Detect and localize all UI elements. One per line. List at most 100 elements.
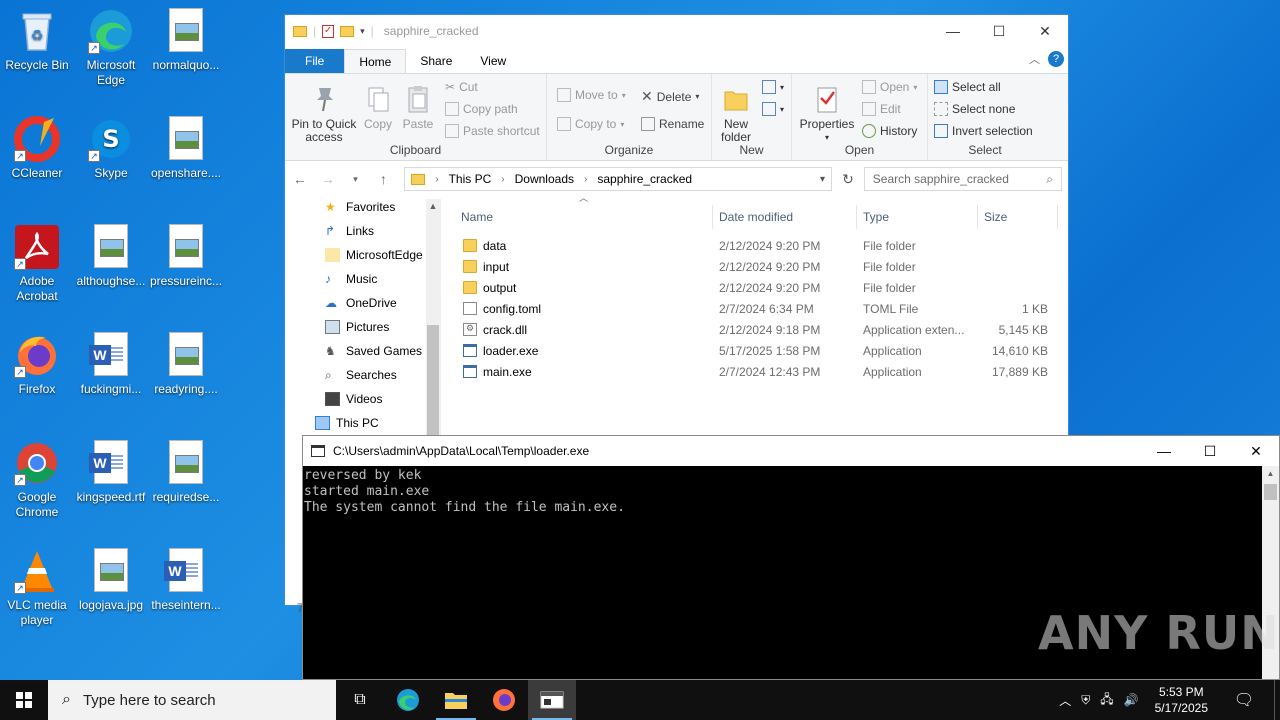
desktop-icon-file[interactable]: W kingspeed.rtf — [75, 440, 147, 505]
tab-share[interactable]: Share — [406, 49, 466, 73]
maximize-button[interactable]: ☐ — [976, 23, 1022, 40]
clock[interactable]: 5:53 PM 5/17/2025 — [1149, 684, 1214, 716]
copy-to-button[interactable]: Copy to ▾ — [557, 117, 624, 131]
nav-item-pictures[interactable]: Pictures — [285, 315, 440, 339]
recent-locations-chevron-icon[interactable]: ▾ — [347, 174, 365, 185]
nav-item-favorites[interactable]: ★ Favorites — [285, 195, 440, 219]
volume-icon[interactable]: 🔊 — [1124, 693, 1139, 707]
desktop-icon-file[interactable]: openshare.... — [150, 116, 222, 181]
desktop-icon-file[interactable]: logojava.jpg — [75, 548, 147, 613]
invert-selection-button[interactable]: Invert selection — [934, 124, 1033, 138]
tab-home[interactable]: Home — [344, 49, 407, 73]
desktop-icon-chrome[interactable]: ↗ Google Chrome — [1, 440, 73, 520]
copy-button[interactable]: Copy — [361, 84, 395, 131]
file-row[interactable]: config.toml 2/7/2024 6:34 PM TOML File 1… — [441, 298, 1068, 319]
properties-button[interactable]: Properties ▾ — [798, 84, 856, 144]
minimize-button[interactable]: — — [1141, 443, 1187, 460]
nav-item-saved-games[interactable]: ♞ Saved Games — [285, 339, 440, 363]
desktop-icon-file[interactable]: W fuckingmi... — [75, 332, 147, 397]
desktop-icon-recycle-bin[interactable]: ♻ Recycle Bin — [1, 8, 73, 73]
paste-button[interactable]: Paste — [401, 84, 435, 131]
maximize-button[interactable]: ☐ — [1187, 443, 1233, 460]
refresh-button[interactable]: ↻ — [842, 171, 854, 188]
nav-item-this-pc[interactable]: This PC — [285, 411, 440, 435]
close-button[interactable]: ✕ — [1022, 23, 1068, 40]
copy-path-button[interactable]: Copy path — [445, 102, 518, 116]
desktop-icon-skype[interactable]: S ↗ Skype — [75, 116, 147, 181]
desktop-icon-file[interactable]: W theseintern... — [150, 548, 222, 613]
nav-item-videos[interactable]: Videos — [285, 387, 440, 411]
customize-chevron-icon[interactable]: ▾ — [360, 26, 365, 37]
column-header-size[interactable]: Size — [978, 205, 1058, 229]
select-none-button[interactable]: Select none — [934, 102, 1015, 116]
new-folder-button[interactable]: New folder — [718, 84, 754, 144]
address-dropdown-icon[interactable]: ▾ — [820, 174, 825, 185]
explorer-titlebar[interactable]: | ✓ ▾ | sapphire_cracked — ☐ ✕ — [285, 15, 1068, 47]
breadcrumb-item[interactable]: Downloads — [515, 172, 574, 186]
file-row[interactable]: crack.dll 2/12/2024 9:18 PM Application … — [441, 319, 1068, 340]
help-icon[interactable]: ? — [1048, 51, 1064, 67]
start-button[interactable] — [0, 680, 48, 720]
show-hidden-icons-chevron-icon[interactable]: ︿ — [1059, 692, 1071, 709]
show-desktop-button[interactable] — [1274, 680, 1280, 720]
column-header-date[interactable]: Date modified — [713, 205, 857, 229]
desktop-icon-acrobat[interactable]: ↗ Adobe Acrobat — [1, 224, 73, 304]
notification-center-icon[interactable]: 🗨 — [1224, 690, 1264, 710]
desktop-icon-file[interactable]: readyring.... — [150, 332, 222, 397]
taskbar-search[interactable]: ⌕ Type here to search — [48, 680, 336, 720]
nav-item-links[interactable]: ↱ Links — [285, 219, 440, 243]
taskbar-firefox[interactable] — [480, 680, 528, 720]
rename-button[interactable]: Rename — [641, 117, 704, 131]
new-folder-icon[interactable] — [340, 25, 355, 37]
file-row[interactable]: input 2/12/2024 9:20 PM File folder — [441, 256, 1068, 277]
console-titlebar[interactable]: C:\Users\admin\AppData\Local\Temp\loader… — [303, 436, 1279, 466]
select-all-button[interactable]: Select all — [934, 80, 1001, 94]
file-row[interactable]: data 2/12/2024 9:20 PM File folder — [441, 235, 1068, 256]
search-input[interactable]: Search sapphire_cracked ⌕ — [863, 167, 1062, 191]
tab-view[interactable]: View — [466, 49, 520, 73]
desktop-icon-vlc[interactable]: ↗ VLC media player — [1, 548, 73, 628]
minimize-button[interactable]: — — [930, 23, 976, 40]
properties-check-icon[interactable]: ✓ — [322, 24, 335, 38]
desktop-icon-firefox[interactable]: ↗ Firefox — [1, 332, 73, 397]
task-view-button[interactable]: ⧉ — [336, 680, 384, 720]
network-icon[interactable]: 🖧 — [1100, 690, 1113, 711]
console-output[interactable]: reversed by kek started main.exe The sys… — [303, 466, 1279, 516]
tab-file[interactable]: File — [285, 49, 345, 73]
breadcrumb-item[interactable]: This PC — [449, 172, 492, 186]
history-button[interactable]: History — [862, 124, 917, 138]
taskbar-file-explorer[interactable] — [432, 680, 480, 720]
desktop-icon-file[interactable]: pressureinc... — [150, 224, 222, 289]
nav-item-onedrive[interactable]: ☁ OneDrive — [285, 291, 440, 315]
collapse-ribbon-icon[interactable]: ︿ — [1029, 51, 1040, 67]
desktop-icon-edge[interactable]: ↗ Microsoft Edge — [75, 8, 147, 88]
nav-item-microsoftedge[interactable]: MicrosoftEdge — [285, 243, 440, 267]
scroll-up-icon[interactable]: ▲ — [426, 201, 440, 211]
desktop-icon-file[interactable]: normalquo... — [150, 8, 222, 73]
cut-button[interactable]: ✂ Cut — [445, 80, 478, 94]
taskbar-edge[interactable] — [384, 680, 432, 720]
paste-shortcut-button[interactable]: Paste shortcut — [445, 124, 540, 138]
breadcrumb-item[interactable]: sapphire_cracked — [597, 172, 692, 186]
scroll-up-icon[interactable]: ▲ — [1262, 469, 1279, 478]
edit-button[interactable]: Edit — [862, 102, 901, 116]
desktop-icon-ccleaner[interactable]: ↗ CCleaner — [1, 116, 73, 181]
delete-button[interactable]: ✕ Delete ▾ — [641, 88, 699, 105]
scrollbar-thumb[interactable] — [1264, 484, 1277, 500]
file-row[interactable]: main.exe 2/7/2024 12:43 PM Application 1… — [441, 361, 1068, 382]
file-row[interactable]: output 2/12/2024 9:20 PM File folder — [441, 277, 1068, 298]
new-item-button[interactable]: ▾ — [762, 80, 784, 94]
defender-icon[interactable]: ⛨ — [1081, 693, 1090, 708]
open-button[interactable]: Open ▾ — [862, 80, 917, 94]
column-header-name[interactable]: Name — [441, 205, 713, 229]
back-button[interactable]: ← — [291, 171, 309, 187]
desktop-icon-file[interactable]: requiredse... — [150, 440, 222, 505]
address-bar[interactable]: › This PC › Downloads › sapphire_cracked… — [404, 167, 833, 191]
desktop-icon-file[interactable]: althoughse... — [75, 224, 147, 289]
forward-button[interactable]: → — [319, 171, 337, 187]
move-to-button[interactable]: Move to ▾ — [557, 88, 626, 102]
pin-quick-access-button[interactable]: Pin to Quick access — [289, 84, 359, 144]
easy-access-button[interactable]: ▾ — [762, 102, 784, 116]
taskbar-console[interactable] — [528, 680, 576, 720]
column-header-type[interactable]: Type — [857, 205, 978, 229]
